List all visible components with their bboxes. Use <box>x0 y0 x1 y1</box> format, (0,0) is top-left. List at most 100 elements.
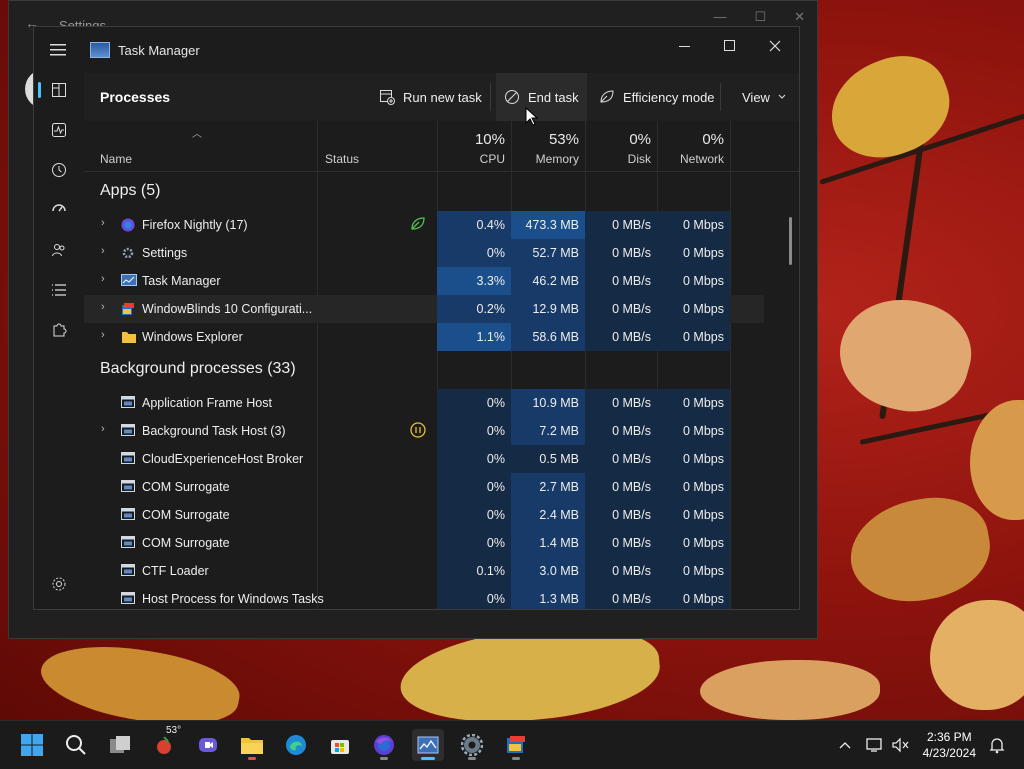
chevron-right-icon[interactable]: › <box>101 217 105 229</box>
column-status[interactable]: Status <box>325 152 359 166</box>
run-new-task-label: Run new task <box>403 89 482 105</box>
disk-value: 0 MB/s <box>585 501 657 529</box>
weather-temperature: 53° <box>166 725 182 736</box>
table-row[interactable]: COM Surrogate 0% 1.4 MB 0 MB/s 0 Mbps <box>84 529 764 557</box>
maximize-icon[interactable]: ☐ <box>754 9 766 25</box>
folder-icon <box>121 330 136 343</box>
notifications-button[interactable] <box>984 729 1010 761</box>
cpu-value: 0% <box>437 501 511 529</box>
process-name: WindowBlinds 10 Configurati... <box>142 302 313 316</box>
cpu-value: 0.4% <box>437 211 511 239</box>
table-row[interactable]: › Firefox Nightly (17) 0.4% 473.3 MB 0 MB/s 0… <box>84 211 764 239</box>
clock[interactable]: 2:36 PM 4/23/2024 <box>923 729 976 761</box>
settings-taskbar-button[interactable] <box>456 729 488 761</box>
minimize-icon[interactable]: — <box>713 9 726 25</box>
task-manager-taskbar-button[interactable] <box>412 729 444 761</box>
file-explorer-button[interactable] <box>236 729 268 761</box>
nav-processes[interactable] <box>38 73 78 107</box>
column-name[interactable]: Name <box>100 152 132 166</box>
chevron-right-icon[interactable]: › <box>101 329 105 341</box>
navigation-rail <box>34 73 84 609</box>
table-row[interactable]: COM Surrogate 0% 2.7 MB 0 MB/s 0 Mbps <box>84 473 764 501</box>
table-row[interactable]: CTF Loader 0.1% 3.0 MB 0 MB/s 0 Mbps <box>84 557 764 585</box>
network-value: 0 Mbps <box>657 267 730 295</box>
minimize-button[interactable] <box>663 31 707 61</box>
column-network[interactable]: 0% Network <box>657 121 730 171</box>
sort-ascending-icon[interactable]: ︿ <box>192 125 202 140</box>
nav-details[interactable] <box>40 273 78 307</box>
table-row[interactable]: › Task Manager 3.3% 46.2 MB 0 MB/s 0 Mbps <box>84 267 764 295</box>
network-value: 0 Mbps <box>657 211 730 239</box>
nav-startup-apps[interactable] <box>40 193 78 227</box>
app-window-icon <box>121 452 135 464</box>
processes-icon <box>52 83 66 97</box>
meet-app-button[interactable] <box>192 729 224 761</box>
show-hidden-icons-button[interactable] <box>832 729 858 761</box>
disk-value: 0 MB/s <box>585 211 657 239</box>
store-button[interactable] <box>324 729 356 761</box>
network-tray-button[interactable] <box>862 729 888 761</box>
windowblinds-button[interactable] <box>500 729 532 761</box>
chevron-right-icon[interactable]: › <box>101 273 105 285</box>
volume-tray-button[interactable] <box>888 729 914 761</box>
table-row[interactable]: Application Frame Host 0% 10.9 MB 0 MB/s 0 M… <box>84 389 764 417</box>
processes-page: Processes Run new task End task Efficien… <box>84 73 799 609</box>
maximize-button[interactable] <box>708 31 752 61</box>
run-new-task-button[interactable]: Run new task <box>371 73 490 121</box>
nav-settings[interactable] <box>40 567 78 601</box>
close-button[interactable] <box>753 31 797 61</box>
start-button[interactable] <box>16 729 48 761</box>
table-row[interactable]: CloudExperienceHost Broker 0% 0.5 MB 0 MB/s… <box>84 445 764 473</box>
process-list: Apps (5) Background processes (33) › Fire… <box>84 172 799 609</box>
task-manager-icon <box>417 736 439 754</box>
clock-date: 4/23/2024 <box>922 746 976 760</box>
weather-icon <box>157 736 171 754</box>
chevron-right-icon[interactable]: › <box>101 245 105 257</box>
edge-browser-button[interactable] <box>280 729 312 761</box>
folder-icon <box>241 738 263 754</box>
disk-value: 0 MB/s <box>585 295 657 323</box>
process-name: Background Task Host (3) <box>142 424 286 438</box>
process-name: Firefox Nightly (17) <box>142 218 248 232</box>
command-bar: Processes Run new task End task Efficien… <box>84 73 799 121</box>
nav-performance[interactable] <box>40 113 78 147</box>
firefox-nightly-button[interactable] <box>368 729 400 761</box>
view-menu-button[interactable]: View <box>734 73 794 121</box>
network-value: 0 Mbps <box>657 501 730 529</box>
table-row[interactable]: › Windows Explorer 1.1% 58.6 MB 0 MB/s 0 Mbps <box>84 323 764 351</box>
process-name: COM Surrogate <box>142 480 230 494</box>
details-list-icon <box>52 284 66 296</box>
nav-services[interactable] <box>40 313 78 347</box>
table-row[interactable]: Host Process for Windows Tasks 0% 1.3 MB 0 … <box>84 585 764 609</box>
taskbar: 53° 2:36 PM 4/23/2024 <box>0 720 1024 769</box>
hamburger-menu-icon[interactable] <box>49 42 67 58</box>
startup-apps-icon <box>52 204 66 212</box>
table-row[interactable]: › Background Task Host (3) 0% 7.2 MB 0 MB/s 0… <box>84 417 764 445</box>
end-task-button[interactable]: End task <box>496 73 587 121</box>
app-window-icon <box>121 396 135 408</box>
memory-value: 1.4 MB <box>511 529 585 557</box>
weather-widget[interactable]: 53° <box>148 725 181 761</box>
column-cpu[interactable]: 10% CPU <box>437 121 511 171</box>
table-row[interactable]: › Settings 0% 52.7 MB 0 MB/s 0 Mbps <box>84 239 764 267</box>
close-icon[interactable]: ✕ <box>794 9 805 25</box>
title-bar[interactable]: Task Manager <box>34 27 799 73</box>
task-view-button[interactable] <box>104 729 136 761</box>
scrollbar-thumb[interactable] <box>789 217 792 265</box>
column-memory[interactable]: 53% Memory <box>511 121 585 171</box>
app-window-icon <box>121 592 135 604</box>
efficiency-mode-button[interactable]: Efficiency mode <box>591 73 723 121</box>
network-value: 0 Mbps <box>657 239 730 267</box>
task-manager-window: Task Manager Processes Run new task End … <box>33 26 800 610</box>
efficiency-leaf-icon <box>600 90 614 103</box>
search-button[interactable] <box>60 729 92 761</box>
table-row[interactable]: › WindowBlinds 10 Configurati... 0.2% 12.9 … <box>84 295 764 323</box>
chevron-right-icon[interactable]: › <box>101 301 105 313</box>
table-row[interactable]: COM Surrogate 0% 2.4 MB 0 MB/s 0 Mbps <box>84 501 764 529</box>
task-view-icon <box>110 736 130 753</box>
chevron-right-icon[interactable]: › <box>101 423 105 435</box>
nav-users[interactable] <box>40 233 78 267</box>
cpu-value: 0% <box>437 585 511 609</box>
column-disk[interactable]: 0% Disk <box>585 121 657 171</box>
nav-app-history[interactable] <box>40 153 78 187</box>
